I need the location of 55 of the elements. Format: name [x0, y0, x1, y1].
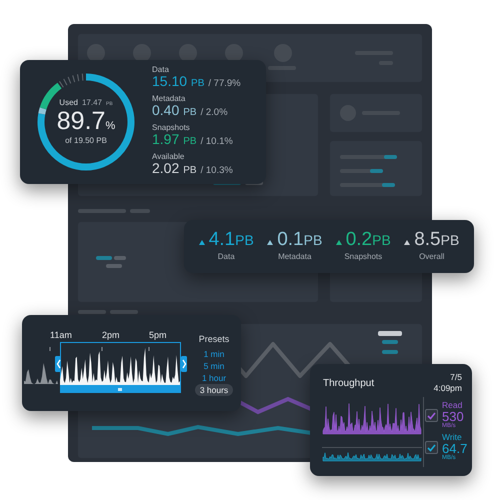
growth-unit: PB	[372, 231, 391, 250]
metric-share: / 10.3%	[200, 164, 233, 178]
range-handle[interactable]	[55, 356, 61, 372]
metric-share: / 2.0%	[200, 106, 228, 120]
metric-label: Data	[152, 66, 170, 74]
growth-label: Metadata	[278, 251, 312, 263]
range-scrollbar[interactable]	[60, 386, 181, 393]
preset-button[interactable]: 1 hour	[196, 372, 232, 384]
used-percent: 89.7	[56, 109, 106, 134]
metric-value: 15.10	[152, 74, 188, 88]
growth-unit: PB	[440, 231, 460, 250]
capacity-total: of 19.50 PB	[65, 134, 107, 147]
presets-title: Presets	[198, 333, 230, 346]
metric-unit: PB	[183, 106, 197, 120]
metric-label: Metadata	[152, 94, 186, 103]
growth-label: Snapshots	[344, 251, 382, 263]
metric-share: / 77.9%	[208, 76, 241, 90]
throughput-title: Throughput	[323, 377, 374, 391]
series-name: Read	[442, 401, 464, 410]
range-handle[interactable]	[181, 356, 187, 372]
growth-value: 8.5	[414, 230, 441, 249]
growth-label: Overall	[419, 251, 444, 263]
series-checkbox[interactable]	[425, 441, 438, 454]
series-name: Write	[442, 433, 463, 442]
used-value: 17.47	[82, 97, 102, 110]
growth-unit: PB	[304, 231, 322, 250]
preset-button[interactable]: 1 min	[198, 348, 230, 360]
time-tick-label: 2pm	[102, 329, 120, 342]
growth-unit: PB	[235, 231, 254, 250]
metric-unit: PB	[191, 76, 204, 90]
metric-label: Snapshots	[152, 124, 191, 132]
metric-label: Available	[152, 153, 186, 162]
metric-unit: PB	[183, 164, 197, 178]
growth-value: 4.1	[208, 230, 236, 249]
growth-value: 0.1	[277, 230, 304, 249]
percent-sign: %	[105, 119, 116, 134]
time-tick-label: 11am	[50, 329, 72, 342]
series-value: 64.7	[442, 442, 468, 454]
checkmark-icon	[427, 444, 436, 452]
used-label: Used	[59, 97, 78, 110]
metric-unit: PB	[183, 135, 197, 149]
growth-value: 0.2	[346, 230, 372, 249]
date-label: 7/5	[450, 372, 462, 383]
metric-value: 2.02	[152, 161, 180, 176]
preset-button[interactable]: 3 hours	[194, 384, 234, 396]
time-tick-label: 5pm	[149, 329, 167, 342]
growth-label: Data	[218, 251, 235, 263]
metric-value: 0.40	[152, 102, 180, 118]
preset-button[interactable]: 5 min	[198, 360, 230, 372]
checkmark-icon	[427, 412, 436, 420]
series-value: 530	[442, 410, 464, 422]
metric-share: / 10.1%	[200, 135, 233, 149]
metric-value: 1.97	[152, 132, 180, 147]
series-checkbox[interactable]	[425, 409, 438, 422]
time-label: 4:09pm	[434, 382, 462, 394]
